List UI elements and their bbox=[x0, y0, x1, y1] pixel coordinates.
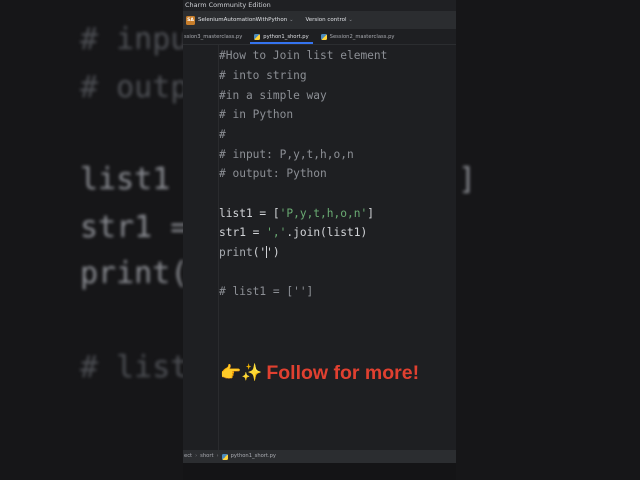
code-line: # output: Python bbox=[219, 167, 327, 180]
background-blur-left: # inpu # outp list1 str1 = print( # list bbox=[0, 0, 183, 480]
python-file-icon bbox=[221, 453, 228, 460]
tab-label: python1_short.py bbox=[263, 33, 309, 40]
python-file-icon bbox=[254, 33, 261, 40]
chevron-down-icon: ⌄ bbox=[348, 17, 353, 23]
code-line: # input: P,y,t,h,o,n bbox=[219, 148, 354, 161]
code-line: #in a simple way bbox=[219, 89, 327, 102]
breadcrumb: ect › short › python1_short.py bbox=[183, 450, 456, 463]
bottom-strip bbox=[183, 463, 456, 480]
project-selector[interactable]: SeleniumAutomationWithPython ⌄ bbox=[198, 17, 293, 23]
tab-session2[interactable]: Session2_masterclass.py bbox=[315, 29, 401, 44]
window-title: Charm Community Edition bbox=[183, 0, 456, 11]
bg-text-line: # inpu bbox=[80, 22, 183, 57]
code-line-list1: list1 = ['P,y,t,h,o,n'] bbox=[219, 207, 374, 221]
string-literal: ',' bbox=[266, 226, 287, 239]
project-badge: SA bbox=[186, 15, 195, 25]
tab-label: ssion3_masterclass.py bbox=[184, 33, 243, 40]
version-control-label: Version control bbox=[305, 17, 347, 23]
tab-python1-short[interactable]: python1_short.py bbox=[248, 29, 314, 44]
tab-label: Session2_masterclass.py bbox=[329, 33, 395, 40]
bg-text-line: print( bbox=[80, 256, 183, 291]
string-literal: 'P,y,t,h,o,n' bbox=[279, 207, 368, 220]
chevron-right-icon: › bbox=[216, 453, 219, 459]
main-toolbar: SA SeleniumAutomationWithPython ⌄ Version… bbox=[183, 11, 456, 29]
code-editor[interactable]: #How to Join list element # into string … bbox=[183, 45, 456, 450]
code-line: # in Python bbox=[219, 108, 294, 121]
code-line: # into string bbox=[219, 69, 307, 82]
background-blur-right: ] bbox=[456, 0, 640, 480]
chevron-down-icon: ⌄ bbox=[289, 17, 294, 23]
code-line: # list1 = [''] bbox=[219, 285, 314, 298]
follow-text: Follow for more! bbox=[266, 361, 420, 384]
breadcrumb-item[interactable]: short bbox=[200, 450, 213, 463]
code-token: str1 = bbox=[219, 226, 267, 239]
bg-text-line: # outp bbox=[80, 70, 183, 105]
bg-text-line: # list bbox=[80, 350, 183, 385]
follow-overlay: 👉✨ Follow for more! bbox=[220, 360, 419, 386]
python-file-icon bbox=[320, 33, 327, 40]
bg-text-line: ] bbox=[458, 162, 477, 197]
function-name: print bbox=[219, 246, 253, 259]
code-token: (' bbox=[252, 246, 267, 259]
bg-text-line: str1 = bbox=[80, 210, 183, 245]
code-token: .join(list1) bbox=[286, 226, 368, 239]
code-line-str1: str1 = ','.join(list1) bbox=[219, 226, 367, 240]
project-name: SeleniumAutomationWithPython bbox=[198, 17, 288, 23]
code-line: #How to Join list element bbox=[219, 49, 388, 62]
breadcrumb-item[interactable]: python1_short.py bbox=[231, 450, 276, 463]
code-token: ] bbox=[367, 207, 374, 220]
tab-session3[interactable]: ssion3_masterclass.py bbox=[183, 29, 248, 44]
pointing-sparkles-icon: 👉✨ bbox=[220, 363, 263, 382]
code-line: # bbox=[219, 128, 226, 141]
chevron-right-icon: › bbox=[195, 453, 198, 459]
version-control-menu[interactable]: Version control ⌄ bbox=[305, 17, 352, 23]
code-token: ') bbox=[266, 246, 280, 259]
code-token: list1 = [ bbox=[219, 207, 280, 220]
code-line-print: print('') bbox=[219, 246, 280, 260]
bg-text-line: list1 bbox=[80, 162, 171, 197]
editor-tabs: ssion3_masterclass.py python1_short.py S… bbox=[183, 29, 456, 45]
ide-window: Charm Community Edition SA SeleniumAutom… bbox=[183, 0, 456, 480]
breadcrumb-item[interactable]: ect bbox=[184, 450, 192, 463]
